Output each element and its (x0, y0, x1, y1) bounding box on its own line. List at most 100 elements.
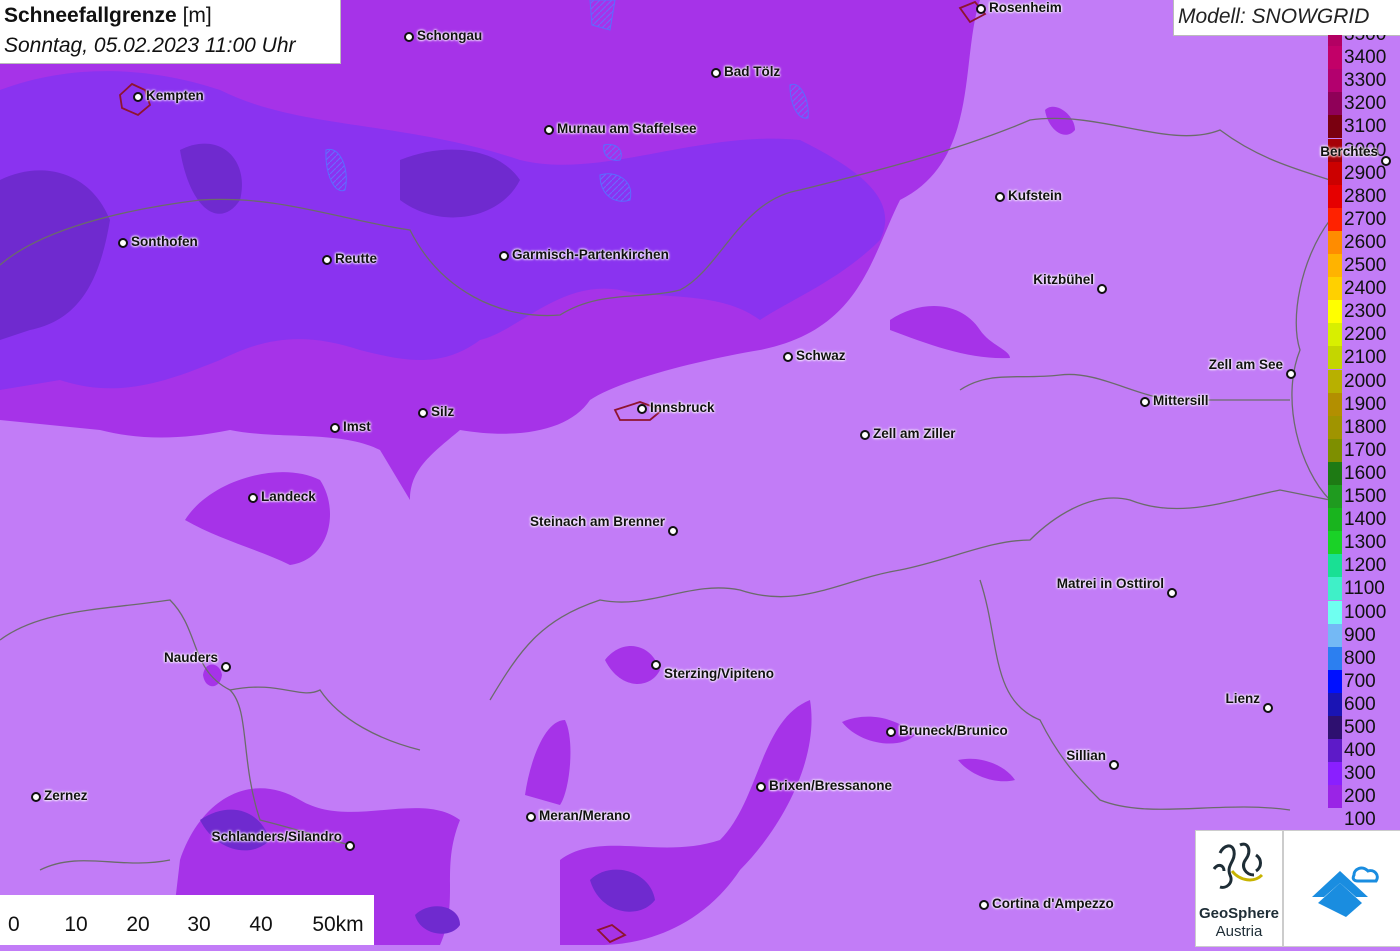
title-unit: [m] (182, 4, 212, 27)
town-marker-murnau-am-staffelsee[interactable] (544, 125, 554, 135)
town-label-schwaz[interactable]: Schwaz (796, 348, 846, 363)
town-label-kitzb-hel[interactable]: Kitzbühel (1033, 272, 1094, 287)
legend-label-1400: 1400 (1344, 509, 1387, 531)
legend-label-600: 600 (1344, 693, 1376, 715)
town-label-landeck[interactable]: Landeck (261, 489, 316, 504)
legend-label-2500: 2500 (1344, 255, 1387, 276)
town-label-silz[interactable]: Silz (431, 404, 454, 419)
geosphere-country: Austria (1215, 923, 1263, 940)
scale-label: 0 (8, 913, 20, 936)
town-marker-zell-am-ziller[interactable] (860, 430, 870, 440)
legend-swatch-2000 (1328, 369, 1342, 393)
legend-label-1200: 1200 (1344, 555, 1387, 577)
legend-swatch-1000 (1328, 600, 1342, 624)
legend-swatch-1700 (1328, 438, 1342, 462)
town-marker-schlanders-silandro[interactable] (345, 841, 355, 851)
town-marker-rosenheim[interactable] (976, 4, 986, 14)
town-label-kufstein[interactable]: Kufstein (1008, 188, 1062, 203)
town-marker-garmisch-partenkirchen[interactable] (499, 251, 509, 261)
town-label-bruneck-brunico[interactable]: Bruneck/Brunico (899, 723, 1008, 738)
legend-swatch-1600 (1328, 461, 1342, 485)
scale-label: 50km (312, 913, 364, 936)
legend-label-2900: 2900 (1344, 162, 1387, 184)
town-marker-kitzb-hel[interactable] (1097, 284, 1107, 294)
model-panel: Modell: SNOWGRID (1173, 0, 1400, 36)
town-label-zernez[interactable]: Zernez (44, 788, 88, 803)
town-marker-mittersill[interactable] (1140, 397, 1150, 407)
town-marker-kufstein[interactable] (995, 192, 1005, 202)
town-label-meran-merano[interactable]: Meran/Merano (539, 808, 631, 823)
town-label-murnau-am-staffelsee[interactable]: Murnau am Staffelsee (557, 121, 697, 136)
legend-label-3100: 3100 (1344, 116, 1387, 138)
town-marker-schongau[interactable] (404, 32, 414, 42)
snowfall-limit-map[interactable] (0, 0, 1400, 945)
legend-label-2200: 2200 (1344, 324, 1387, 346)
town-marker-sonthofen[interactable] (118, 238, 128, 248)
town-label-zell-am-see[interactable]: Zell am See (1209, 357, 1283, 372)
legend-swatch-400 (1328, 739, 1342, 763)
town-marker-kempten[interactable] (133, 92, 143, 102)
town-marker-landeck[interactable] (248, 493, 258, 503)
town-marker-bad-t-lz[interactable] (711, 68, 721, 78)
town-marker-zernez[interactable] (31, 792, 41, 802)
legend-label-1600: 1600 (1344, 462, 1387, 484)
geosphere-icon (1212, 842, 1264, 889)
town-marker-sillian[interactable] (1109, 760, 1119, 770)
town-marker-bruneck-brunico[interactable] (886, 727, 896, 737)
legend-swatch-1400 (1328, 508, 1342, 532)
town-marker-brixen-bressanone[interactable] (756, 782, 766, 792)
town-label-cortina-d-ampezzo[interactable]: Cortina d'Ampezzo (992, 896, 1114, 911)
town-label-steinach-am-brenner[interactable]: Steinach am Brenner (530, 514, 665, 529)
town-label-lienz[interactable]: Lienz (1225, 691, 1260, 706)
town-marker-sterzing-vipiteno[interactable] (651, 660, 661, 670)
town-label-innsbruck[interactable]: Innsbruck (650, 400, 715, 415)
legend-label-700: 700 (1344, 670, 1376, 692)
legend-swatch-3400 (1328, 46, 1342, 70)
legend-swatch-200 (1328, 785, 1342, 809)
town-marker-silz[interactable] (418, 408, 428, 418)
town-label-sonthofen[interactable]: Sonthofen (131, 234, 198, 249)
legend-swatch-2900 (1328, 161, 1342, 185)
town-marker-berchtes[interactable] (1381, 156, 1391, 166)
town-label-berchtes[interactable]: Berchtes (1320, 144, 1378, 159)
legend-swatch-2500 (1328, 254, 1342, 278)
legend-label-2100: 2100 (1344, 347, 1387, 369)
town-marker-reutte[interactable] (322, 255, 332, 265)
town-marker-schwaz[interactable] (783, 352, 793, 362)
legend-label-2600: 2600 (1344, 231, 1387, 253)
legend-label-3200: 3200 (1344, 93, 1387, 115)
town-label-matrei-in-osttirol[interactable]: Matrei in Osttirol (1057, 576, 1164, 591)
snowgrid-logo (1283, 830, 1400, 947)
town-label-brixen-bressanone[interactable]: Brixen/Bressanone (769, 778, 892, 793)
town-marker-steinach-am-brenner[interactable] (668, 526, 678, 536)
town-label-zell-am-ziller[interactable]: Zell am Ziller (873, 426, 956, 441)
town-label-sillian[interactable]: Sillian (1066, 748, 1106, 763)
legend-label-1800: 1800 (1344, 416, 1387, 438)
town-label-bad-t-lz[interactable]: Bad Tölz (724, 64, 780, 79)
legend-label-2000: 2000 (1344, 370, 1387, 392)
town-label-garmisch-partenkirchen[interactable]: Garmisch-Partenkirchen (512, 247, 669, 262)
town-marker-meran-merano[interactable] (526, 812, 536, 822)
town-label-schlanders-silandro[interactable]: Schlanders/Silandro (211, 829, 342, 844)
town-label-sterzing-vipiteno[interactable]: Sterzing/Vipiteno (664, 666, 774, 681)
legend-label-200: 200 (1344, 786, 1376, 808)
town-label-reutte[interactable]: Reutte (335, 251, 377, 266)
legend-swatch-1500 (1328, 485, 1342, 509)
town-marker-imst[interactable] (330, 423, 340, 433)
town-label-schongau[interactable]: Schongau (417, 28, 482, 43)
town-marker-innsbruck[interactable] (637, 404, 647, 414)
legend-swatch-3200 (1328, 92, 1342, 116)
town-marker-lienz[interactable] (1263, 703, 1273, 713)
town-marker-cortina-d-ampezzo[interactable] (979, 900, 989, 910)
town-label-imst[interactable]: Imst (343, 419, 371, 434)
town-marker-zell-am-see[interactable] (1286, 369, 1296, 379)
town-label-mittersill[interactable]: Mittersill (1153, 393, 1209, 408)
town-marker-matrei-in-osttirol[interactable] (1167, 588, 1177, 598)
town-label-nauders[interactable]: Nauders (164, 650, 218, 665)
town-label-rosenheim[interactable]: Rosenheim (989, 0, 1062, 15)
legend-label-3400: 3400 (1344, 47, 1387, 69)
town-label-kempten[interactable]: Kempten (146, 88, 204, 103)
legend-swatch-600 (1328, 692, 1342, 716)
town-marker-nauders[interactable] (221, 662, 231, 672)
legend-label-400: 400 (1344, 740, 1376, 762)
